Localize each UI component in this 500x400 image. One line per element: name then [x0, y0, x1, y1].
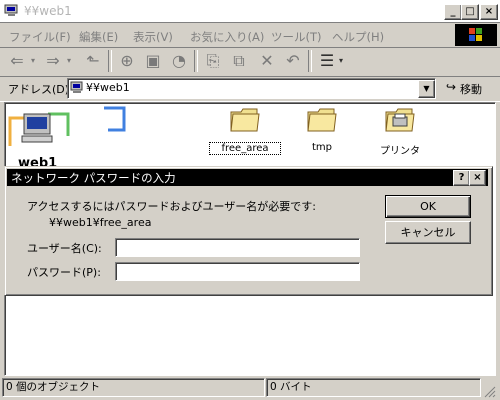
back-arrow-icon[interactable]: ⇐ — [6, 51, 28, 71]
cancel-button[interactable]: キャンセル — [385, 221, 471, 244]
up-folder-icon[interactable]: ⬑ — [82, 51, 104, 71]
resize-grip-icon[interactable] — [484, 386, 496, 398]
forward-dropdown-icon[interactable]: ▾ — [64, 51, 74, 71]
shared-folder-icon[interactable] — [229, 104, 261, 134]
search-icon[interactable]: ⊕ — [116, 51, 138, 71]
dialog-title: ネットワーク パスワードの入力 — [11, 171, 176, 185]
address-label: アドレス(D) — [8, 83, 70, 96]
printer-folder-icon[interactable] — [384, 104, 416, 134]
undo-icon[interactable]: ↶ — [282, 51, 304, 71]
title-bar[interactable] — [0, 0, 500, 22]
views-icon[interactable]: ☰ — [316, 51, 338, 71]
dialog-close-button[interactable]: × — [469, 170, 486, 186]
move-to-icon[interactable]: ⎘ — [202, 51, 224, 71]
menu-bar: ファイル(F) 編集(E) 表示(V) お気に入り(A) ツール(T) ヘルプ(… — [0, 22, 500, 48]
ok-button[interactable]: OK — [385, 195, 471, 218]
toolbar-separator — [108, 50, 112, 72]
views-dropdown-icon[interactable]: ▾ — [336, 51, 346, 71]
folder-label-printer[interactable]: プリンタ — [365, 142, 435, 157]
status-size: 0 バイト — [266, 378, 481, 397]
close-button[interactable]: × — [480, 4, 498, 20]
toolbar-separator — [308, 50, 312, 72]
address-dropdown-icon[interactable]: ▼ — [418, 80, 435, 98]
go-button[interactable]: 移動 — [460, 81, 482, 97]
toolbar — [0, 47, 500, 77]
window-title: ¥¥web1 — [24, 4, 72, 18]
folder-banner-graphic — [8, 106, 126, 146]
maximize-button[interactable]: □ — [461, 4, 479, 20]
username-field[interactable] — [115, 238, 360, 257]
password-label: パスワード(P): — [27, 266, 101, 279]
menu-edit[interactable]: 編集(E) — [79, 29, 118, 45]
network-computer-icon — [70, 81, 83, 93]
dialog-prompt: アクセスするにはパスワードおよびユーザー名が必要です: — [27, 200, 316, 213]
history-icon[interactable]: ◔ — [168, 51, 190, 71]
go-arrow-icon[interactable]: ↪ — [446, 80, 456, 94]
folders-icon[interactable]: ▣ — [142, 51, 164, 71]
menu-view[interactable]: 表示(V) — [133, 29, 173, 45]
menu-help[interactable]: ヘルプ(H) — [332, 29, 384, 45]
toolbar-separator — [194, 50, 198, 72]
minimize-button[interactable]: _ — [444, 4, 462, 20]
forward-arrow-icon[interactable]: ⇒ — [42, 51, 64, 71]
folder-label-free-area[interactable]: free_area — [209, 142, 281, 155]
folder-label-tmp[interactable]: tmp — [287, 142, 357, 153]
username-label: ユーザー名(C): — [27, 242, 102, 255]
back-dropdown-icon[interactable]: ▾ — [28, 51, 38, 71]
menu-tools[interactable]: ツール(T) — [271, 29, 322, 45]
windows-logo — [455, 24, 497, 46]
password-field[interactable] — [115, 262, 360, 281]
menu-file[interactable]: ファイル(F) — [9, 29, 71, 45]
help-button[interactable]: ? — [453, 170, 470, 186]
menu-favorites[interactable]: お気に入り(A) — [190, 29, 264, 45]
resource-path: ¥¥web1¥free_area — [49, 216, 152, 229]
delete-icon[interactable]: ✕ — [256, 51, 278, 71]
shared-folder-icon[interactable] — [306, 104, 338, 134]
status-object-count: 0 個のオブジェクト — [2, 378, 265, 397]
computer-icon — [4, 4, 18, 16]
address-value: ¥¥web1 — [86, 81, 130, 94]
copy-to-icon[interactable]: ⧉ — [228, 51, 250, 71]
